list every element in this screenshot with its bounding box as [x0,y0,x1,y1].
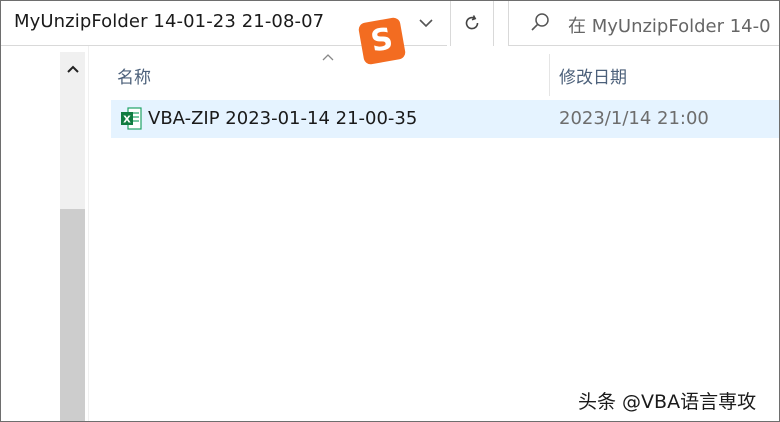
ime-logo-glyph: S [368,21,396,60]
file-list-item[interactable]: X VBA-ZIP 2023-01-14 21-00-35 2023/1/14 … [111,100,780,138]
excel-file-icon: X [121,107,142,130]
chevron-down-icon [419,19,433,28]
refresh-button[interactable] [450,0,494,46]
file-name[interactable]: VBA-ZIP 2023-01-14 21-00-35 [148,108,417,129]
sogou-ime-logo[interactable]: S [357,16,407,66]
address-dropdown-button[interactable] [408,8,444,38]
column-separator[interactable] [549,54,550,96]
search-icon [531,13,549,31]
file-date-modified: 2023/1/14 21:00 [559,108,709,129]
scroll-thumb[interactable] [60,209,85,422]
refresh-icon [465,15,479,30]
column-header-name[interactable]: 名称 [117,63,151,88]
search-box[interactable]: 在 MyUnzipFolder 14-0 [508,0,780,46]
nav-pane-scrollbar[interactable] [60,52,85,422]
scroll-up-button[interactable] [60,52,85,86]
svg-text:X: X [123,115,131,126]
sort-ascending-icon [322,54,334,61]
pane-divider [88,46,89,422]
column-header-date-modified[interactable]: 修改日期 [559,63,627,88]
chevron-up-icon [66,65,79,73]
search-input[interactable]: 在 MyUnzipFolder 14-0 [568,12,771,38]
address-path[interactable]: MyUnzipFolder 14-01-23 21-08-07 [14,11,324,32]
watermark-text: 头条 @VBA语言専攻 [578,391,757,413]
